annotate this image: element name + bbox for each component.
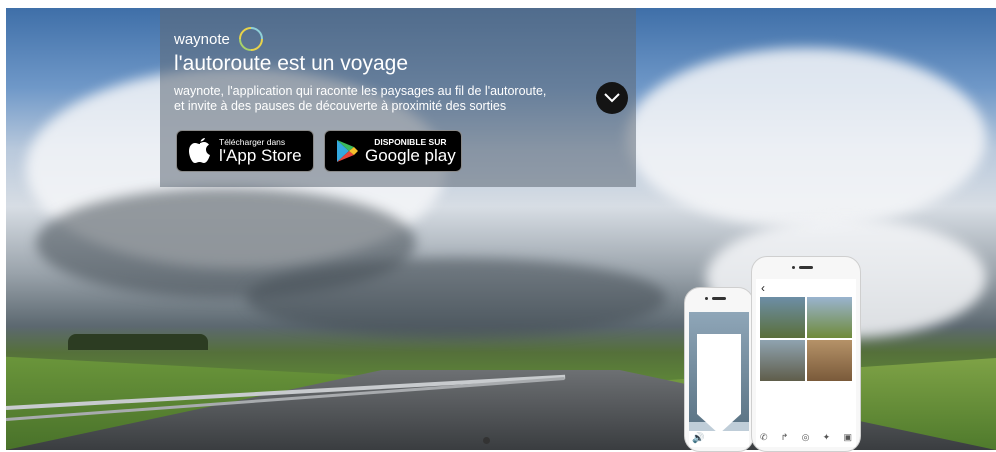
photo-grid xyxy=(760,297,852,381)
cloud xyxy=(626,48,986,228)
speaker-icon: 🔊 xyxy=(692,433,705,444)
cloud-shadow xyxy=(246,258,666,338)
logo[interactable]: waynote xyxy=(174,24,266,54)
phone-speaker xyxy=(712,297,726,300)
apple-icon xyxy=(189,138,210,163)
scroll-down-button[interactable] xyxy=(596,82,628,114)
google-play-icon xyxy=(337,140,358,162)
photo-thumbnail xyxy=(760,340,805,381)
waynote-logo-icon xyxy=(238,27,263,51)
phone-sensor xyxy=(705,297,708,300)
carousel-indicator[interactable] xyxy=(483,437,490,444)
back-arrow-icon: ‹ xyxy=(761,281,765,295)
page-description: waynote, l'application qui raconte les p… xyxy=(174,84,574,114)
screen-action-bar: ✆ ↱ ◎ ✦ ▣ xyxy=(760,432,852,443)
tree-line xyxy=(68,334,208,350)
logo-text: waynote xyxy=(174,30,230,48)
photo-thumbnail xyxy=(807,297,852,338)
phone-speaker xyxy=(799,266,813,269)
story-card xyxy=(697,334,741,434)
page-title: l'autoroute est un voyage xyxy=(174,52,409,75)
twitter-icon: ✦ xyxy=(822,432,831,442)
intro-panel: waynote l'autoroute est un voyage waynot… xyxy=(160,8,636,187)
phone-screen: ‹ ✆ ↱ ◎ ✦ ▣ xyxy=(756,279,856,447)
googleplay-big-text: Google play xyxy=(365,146,456,165)
phone-mockup-back: 🔊 xyxy=(684,287,754,452)
phone-mockup-front: ‹ ✆ ↱ ◎ ✦ ▣ xyxy=(751,256,861,452)
phone-icon: ✆ xyxy=(760,432,768,442)
phone-sensor xyxy=(792,266,795,269)
facebook-icon: ▣ xyxy=(843,432,852,442)
phone-screen: 🔊 xyxy=(689,312,749,447)
googleplay-button[interactable]: DISPONIBLE SUR Google play xyxy=(324,130,462,172)
globe-icon: ◎ xyxy=(801,432,810,442)
photo-thumbnail xyxy=(807,340,852,381)
appstore-button[interactable]: Télécharger dans l'App Store xyxy=(176,130,314,172)
photo-thumbnail xyxy=(760,297,805,338)
chevron-down-icon xyxy=(604,93,620,103)
description-line: et invite à des pauses de découverte à p… xyxy=(174,99,507,113)
share-icon: ↱ xyxy=(780,432,789,442)
description-line: waynote, l'application qui raconte les p… xyxy=(174,84,547,98)
audio-bar: 🔊 xyxy=(689,431,749,447)
appstore-big-text: l'App Store xyxy=(219,146,302,165)
